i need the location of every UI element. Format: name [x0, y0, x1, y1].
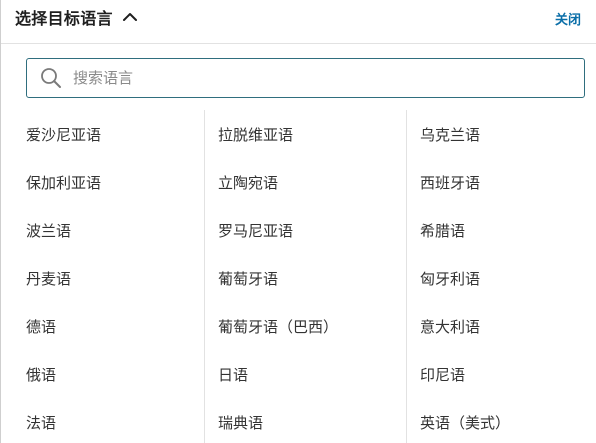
language-grid: 爱沙尼亚语 保加利亚语 波兰语 丹麦语 德语 俄语 法语 拉脱维亚语 立陶宛语 … — [1, 110, 596, 443]
language-item[interactable]: 保加利亚语 — [26, 173, 101, 193]
language-column-1: 爱沙尼亚语 保加利亚语 波兰语 丹麦语 德语 俄语 法语 — [1, 110, 204, 443]
language-item[interactable]: 匈牙利语 — [420, 269, 480, 289]
language-item[interactable]: 英语（美式） — [420, 413, 510, 433]
language-item[interactable]: 葡萄牙语 — [218, 269, 278, 289]
language-item[interactable]: 波兰语 — [26, 221, 71, 241]
language-item[interactable]: 俄语 — [26, 365, 56, 385]
language-item[interactable]: 丹麦语 — [26, 269, 71, 289]
language-item[interactable]: 瑞典语 — [218, 413, 263, 433]
language-item[interactable]: 葡萄牙语（巴西） — [218, 317, 338, 337]
language-item[interactable]: 希腊语 — [420, 221, 465, 241]
panel-title: 选择目标语言 — [15, 9, 113, 28]
search-icon — [41, 68, 61, 88]
language-item[interactable]: 意大利语 — [420, 317, 480, 337]
close-button[interactable]: 关闭 — [555, 9, 581, 28]
target-language-toggle[interactable]: 选择目标语言 — [15, 4, 138, 30]
language-item[interactable]: 西班牙语 — [420, 173, 480, 193]
language-item[interactable]: 德语 — [26, 317, 56, 337]
language-item[interactable]: 拉脱维亚语 — [218, 125, 293, 145]
language-item[interactable]: 爱沙尼亚语 — [26, 125, 101, 145]
target-language-panel: 选择目标语言 关闭 爱沙尼亚语 保加利亚语 波兰语 丹麦语 德语 俄语 法语 拉… — [0, 0, 596, 443]
search-input[interactable] — [73, 59, 573, 97]
chevron-up-icon — [122, 13, 137, 21]
language-column-2: 拉脱维亚语 立陶宛语 罗马尼亚语 葡萄牙语 葡萄牙语（巴西） 日语 瑞典语 — [204, 110, 407, 443]
language-item[interactable]: 印尼语 — [420, 365, 465, 385]
search-box — [26, 58, 585, 98]
language-item[interactable]: 立陶宛语 — [218, 173, 278, 193]
language-item[interactable]: 罗马尼亚语 — [218, 221, 293, 241]
language-column-3: 乌克兰语 西班牙语 希腊语 匈牙利语 意大利语 印尼语 英语（美式） — [406, 110, 596, 443]
language-item[interactable]: 法语 — [26, 413, 56, 433]
language-item[interactable]: 日语 — [218, 365, 248, 385]
panel-header: 选择目标语言 关闭 — [1, 0, 596, 44]
language-item[interactable]: 乌克兰语 — [420, 125, 480, 145]
